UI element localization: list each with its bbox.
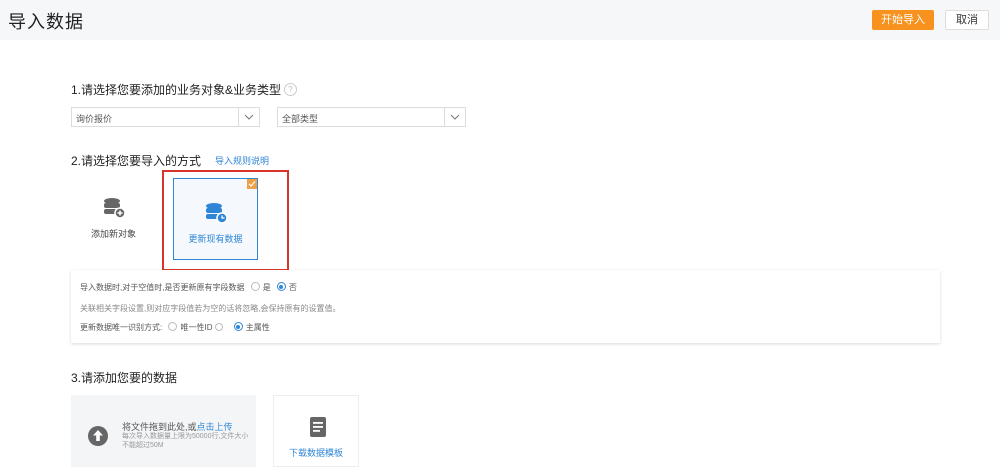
object-select-value: 询价报价 [76,114,113,124]
radio-main-attr[interactable] [233,322,243,332]
chevron-down-icon[interactable] [238,108,259,126]
download-template-card[interactable]: 下载数据模板 [273,395,359,467]
upload-dropzone[interactable]: 将文件拖到此处,或点击上传 每次导入数据量上限为50000行,文件大小不能超过5… [71,395,256,467]
update-options-panel: 导入数据时,对于空值时,是否更新原有字段数据 是 否 关联相关字段设置,则对应字… [71,270,940,343]
type-select-value: 全部类型 [282,114,319,124]
selection-highlight [162,170,289,271]
identify-method-row: 更新数据唯一识别方式: 唯一性ID 主属性 [80,322,270,333]
help-icon[interactable] [215,322,224,331]
mode-add-new-label: 添加新对象 [90,229,136,239]
click-upload-link[interactable]: 点击上传 [197,422,233,432]
page-header: 导入数据 开始导入 取消 [0,0,1000,40]
import-rules-link[interactable]: 导入规则说明 [215,154,269,167]
type-select[interactable]: 全部类型 [277,107,466,127]
page-title: 导入数据 [8,12,84,32]
step3-heading: 3.请添加您要的数据 [71,371,178,385]
mode-add-new-card[interactable]: 添加新对象 [71,174,156,260]
help-icon[interactable]: ? [284,83,297,96]
identify-method-label: 更新数据唯一识别方式: [80,323,163,332]
object-select[interactable]: 询价报价 [71,107,260,127]
chevron-down-icon[interactable] [444,108,465,126]
radio-unique-id-label: 唯一性ID [180,323,213,332]
upload-icon [87,425,109,452]
empty-value-question: 导入数据时,对于空值时,是否更新原有字段数据 [80,283,245,292]
upload-hint: 每次导入数据量上限为50000行,文件大小不能超过50M [122,433,249,449]
step2-heading: 2.请选择您要导入的方式 [71,154,202,168]
cancel-button[interactable]: 取消 [945,10,989,30]
download-template-label: 下载数据模板 [288,448,343,458]
radio-yes[interactable] [250,282,260,292]
radio-unique-id[interactable] [168,322,178,332]
template-doc-icon [309,416,327,443]
radio-yes-label: 是 [262,283,271,292]
upload-prompt: 将文件拖到此处,或 [122,422,197,432]
radio-main-attr-label: 主属性 [245,323,270,332]
empty-value-option-row: 导入数据时,对于空值时,是否更新原有字段数据 是 否 [80,282,297,293]
start-import-button[interactable]: 开始导入 [872,10,934,30]
database-add-icon [102,196,126,225]
radio-no[interactable] [276,282,286,292]
note-text: 关联相关字段设置,则对应字段值若为空的话将忽略,会保持原有的设置值。 [80,304,341,313]
step1-heading: 1.请选择您要添加的业务对象&业务类型 [71,83,282,97]
radio-no-label: 否 [288,283,297,292]
